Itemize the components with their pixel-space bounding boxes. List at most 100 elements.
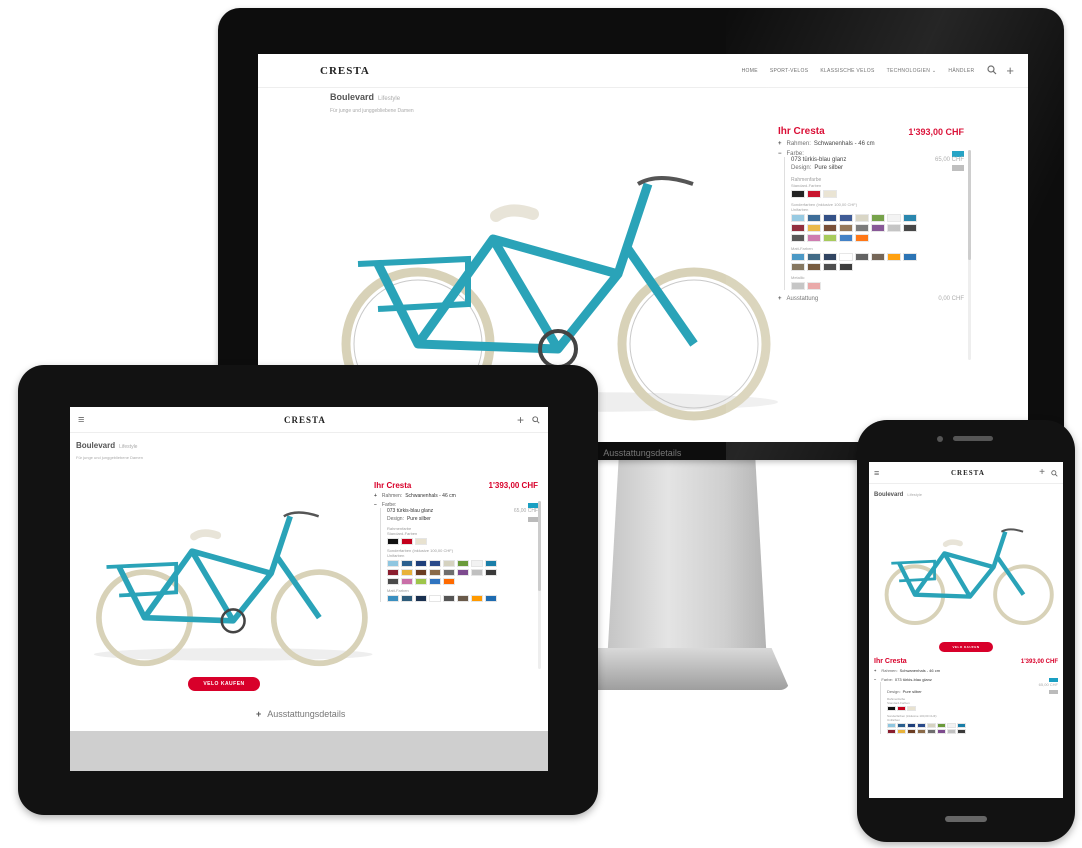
color-swatch[interactable] bbox=[823, 190, 837, 198]
color-swatch[interactable] bbox=[823, 234, 837, 242]
color-swatch[interactable] bbox=[387, 538, 399, 545]
collapse-icon[interactable]: − bbox=[374, 502, 377, 508]
expand-icon[interactable]: + bbox=[874, 668, 876, 673]
color-swatch[interactable] bbox=[957, 729, 966, 734]
color-swatch[interactable] bbox=[807, 190, 821, 198]
color-swatch[interactable] bbox=[871, 214, 885, 222]
color-swatch[interactable] bbox=[401, 538, 413, 545]
color-swatch[interactable] bbox=[791, 263, 805, 271]
color-swatch[interactable] bbox=[387, 560, 399, 567]
color-swatch[interactable] bbox=[903, 253, 917, 261]
color-swatch[interactable] bbox=[415, 538, 427, 545]
color-swatch[interactable] bbox=[401, 595, 413, 602]
color-swatch[interactable] bbox=[807, 214, 821, 222]
color-swatch[interactable] bbox=[947, 729, 956, 734]
color-swatch[interactable] bbox=[415, 560, 427, 567]
color-swatch[interactable] bbox=[807, 263, 821, 271]
buy-button[interactable]: VELO KAUFEN bbox=[939, 642, 993, 652]
color-swatch[interactable] bbox=[887, 224, 901, 232]
color-swatch[interactable] bbox=[855, 253, 869, 261]
color-swatch[interactable] bbox=[823, 214, 837, 222]
color-swatch[interactable] bbox=[887, 723, 896, 728]
color-swatch[interactable] bbox=[839, 263, 853, 271]
nav-link-technologien[interactable]: TECHNOLOGIEN ⌄ bbox=[887, 68, 937, 74]
color-swatch[interactable] bbox=[791, 234, 805, 242]
color-swatch[interactable] bbox=[839, 224, 853, 232]
color-swatch[interactable] bbox=[807, 234, 821, 242]
color-swatch[interactable] bbox=[415, 569, 427, 576]
buy-button[interactable]: VELO KAUFEN bbox=[188, 677, 260, 691]
cfg-frame-row[interactable]: + Rahmen: Schwanenhals - 46 cm bbox=[874, 668, 1058, 673]
plus-icon[interactable]: + bbox=[517, 414, 524, 426]
search-icon[interactable] bbox=[1051, 464, 1058, 482]
logo[interactable]: CRESTA bbox=[951, 469, 985, 477]
color-swatch[interactable] bbox=[903, 224, 917, 232]
color-swatch[interactable] bbox=[823, 253, 837, 261]
color-swatch[interactable] bbox=[387, 595, 399, 602]
nav-link-home[interactable]: HOME bbox=[742, 68, 758, 74]
expand-icon[interactable]: + bbox=[778, 141, 782, 147]
color-swatch[interactable] bbox=[485, 595, 497, 602]
color-swatch[interactable] bbox=[791, 190, 805, 198]
color-swatch[interactable] bbox=[807, 253, 821, 261]
color-swatch[interactable] bbox=[897, 723, 906, 728]
color-swatch[interactable] bbox=[471, 569, 483, 576]
nav-link-sport[interactable]: SPORT-VELOS bbox=[770, 68, 809, 74]
collapse-icon[interactable]: − bbox=[778, 151, 782, 157]
color-swatch[interactable] bbox=[429, 560, 441, 567]
logo[interactable]: CRESTA bbox=[320, 65, 370, 77]
color-swatch[interactable] bbox=[443, 595, 455, 602]
color-swatch[interactable] bbox=[471, 560, 483, 567]
color-swatch[interactable] bbox=[791, 224, 805, 232]
color-swatch[interactable] bbox=[897, 729, 906, 734]
color-swatch[interactable] bbox=[855, 224, 869, 232]
color-swatch[interactable] bbox=[429, 569, 441, 576]
color-swatch[interactable] bbox=[947, 723, 956, 728]
color-swatch[interactable] bbox=[457, 595, 469, 602]
collapse-icon[interactable]: − bbox=[874, 677, 876, 682]
color-swatch[interactable] bbox=[871, 253, 885, 261]
color-swatch[interactable] bbox=[907, 729, 916, 734]
color-swatch[interactable] bbox=[401, 560, 413, 567]
color-swatch[interactable] bbox=[887, 253, 901, 261]
color-swatch[interactable] bbox=[907, 706, 916, 711]
color-swatch[interactable] bbox=[415, 578, 427, 585]
color-swatch[interactable] bbox=[917, 723, 926, 728]
nav-link-haendler[interactable]: HÄNDLER bbox=[948, 68, 974, 74]
tablet-details-link[interactable]: + Ausstattungsdetails bbox=[256, 709, 345, 719]
hamburger-icon[interactable]: ≡ bbox=[78, 414, 84, 426]
color-swatch[interactable] bbox=[457, 569, 469, 576]
plus-icon[interactable]: + bbox=[1039, 467, 1045, 477]
desktop-scrollbar[interactable] bbox=[968, 150, 971, 360]
color-swatch[interactable] bbox=[387, 569, 399, 576]
color-swatch[interactable] bbox=[443, 578, 455, 585]
color-swatch[interactable] bbox=[807, 282, 821, 290]
plus-icon[interactable]: + bbox=[1006, 64, 1014, 77]
expand-icon[interactable]: + bbox=[778, 296, 782, 302]
color-swatch[interactable] bbox=[957, 723, 966, 728]
scrollbar-thumb[interactable] bbox=[538, 501, 541, 591]
color-swatch[interactable] bbox=[457, 560, 469, 567]
scrollbar-thumb[interactable] bbox=[968, 150, 971, 260]
color-swatch[interactable] bbox=[485, 560, 497, 567]
desktop-details-link[interactable]: + Ausstattungsdetails bbox=[592, 448, 681, 458]
logo[interactable]: CRESTA bbox=[284, 415, 326, 425]
color-swatch[interactable] bbox=[443, 569, 455, 576]
color-swatch[interactable] bbox=[917, 729, 926, 734]
color-swatch[interactable] bbox=[903, 214, 917, 222]
hamburger-icon[interactable]: ≡ bbox=[874, 468, 879, 478]
nav-link-klassisch[interactable]: KLASSISCHE VELOS bbox=[820, 68, 874, 74]
color-swatch[interactable] bbox=[871, 224, 885, 232]
color-swatch[interactable] bbox=[823, 263, 837, 271]
color-swatch[interactable] bbox=[839, 253, 853, 261]
color-swatch[interactable] bbox=[887, 706, 896, 711]
search-icon[interactable] bbox=[986, 64, 998, 77]
color-swatch[interactable] bbox=[401, 569, 413, 576]
color-swatch[interactable] bbox=[791, 253, 805, 261]
color-swatch[interactable] bbox=[927, 729, 936, 734]
color-swatch[interactable] bbox=[485, 569, 497, 576]
color-swatch[interactable] bbox=[429, 578, 441, 585]
cfg-extra-row[interactable]: + Ausstattung 0,00 CHF bbox=[778, 296, 964, 302]
color-swatch[interactable] bbox=[429, 595, 441, 602]
color-swatch[interactable] bbox=[807, 224, 821, 232]
